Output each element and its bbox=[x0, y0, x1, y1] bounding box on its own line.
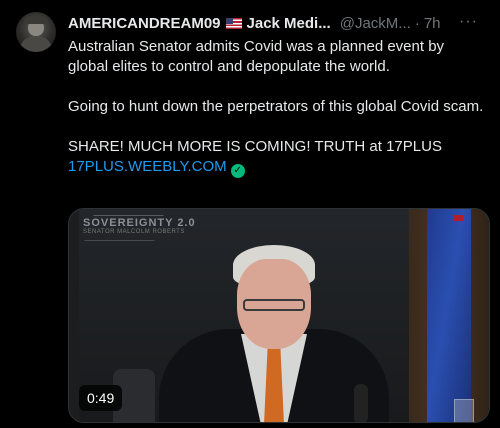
water-glass bbox=[454, 399, 474, 422]
tweet-text-line: Going to hunt down the perpetrators of t… bbox=[68, 98, 484, 115]
user-handle[interactable]: @JackM... bbox=[340, 15, 411, 32]
video-duration: 0:49 bbox=[79, 385, 123, 411]
avatar-figure-body bbox=[20, 36, 52, 52]
tweet-header: AMERICANDREAM09 Jack Medi... @JackM... ·… bbox=[68, 13, 488, 33]
separator-dot: · bbox=[414, 14, 420, 32]
us-flag-icon bbox=[225, 17, 242, 29]
speaker-figure bbox=[159, 239, 389, 422]
australian-flag bbox=[427, 209, 471, 422]
tweet-text: Australian Senator admits Covid was a pl… bbox=[68, 37, 488, 178]
microphone bbox=[354, 384, 368, 422]
display-name-suffix[interactable]: Jack Medi... bbox=[247, 15, 331, 32]
tweet[interactable]: AMERICANDREAM09 Jack Medi... @JackM... ·… bbox=[0, 0, 500, 428]
tweet-link-row: 17PLUS.WEEBLY.COM ✓ bbox=[68, 157, 488, 178]
more-icon[interactable]: ··· bbox=[459, 12, 478, 32]
tweet-link[interactable]: 17PLUS.WEEBLY.COM bbox=[68, 158, 227, 175]
timestamp[interactable]: 7h bbox=[424, 15, 441, 32]
verified-check-icon: ✓ bbox=[230, 164, 245, 178]
tweet-text-line: SHARE! MUCH MORE IS COMING! TRUTH at 17P… bbox=[68, 138, 442, 155]
video-player[interactable]: SOVEREIGNTY 2.0 SENATOR MALCOLM ROBERTS … bbox=[68, 208, 490, 423]
watermark-title: SOVEREIGNTY 2.0 bbox=[83, 217, 196, 229]
display-name[interactable]: AMERICANDREAM09 bbox=[68, 15, 221, 32]
avatar[interactable] bbox=[16, 12, 56, 52]
tweet-text-line: Australian Senator admits Covid was a pl… bbox=[68, 38, 445, 75]
watermark-subtitle: SENATOR MALCOLM ROBERTS bbox=[83, 229, 185, 235]
speaker-glasses bbox=[243, 299, 305, 311]
video-watermark: SOVEREIGNTY 2.0 SENATOR MALCOLM ROBERTS bbox=[83, 217, 196, 235]
avatar-figure-hat bbox=[24, 16, 48, 24]
